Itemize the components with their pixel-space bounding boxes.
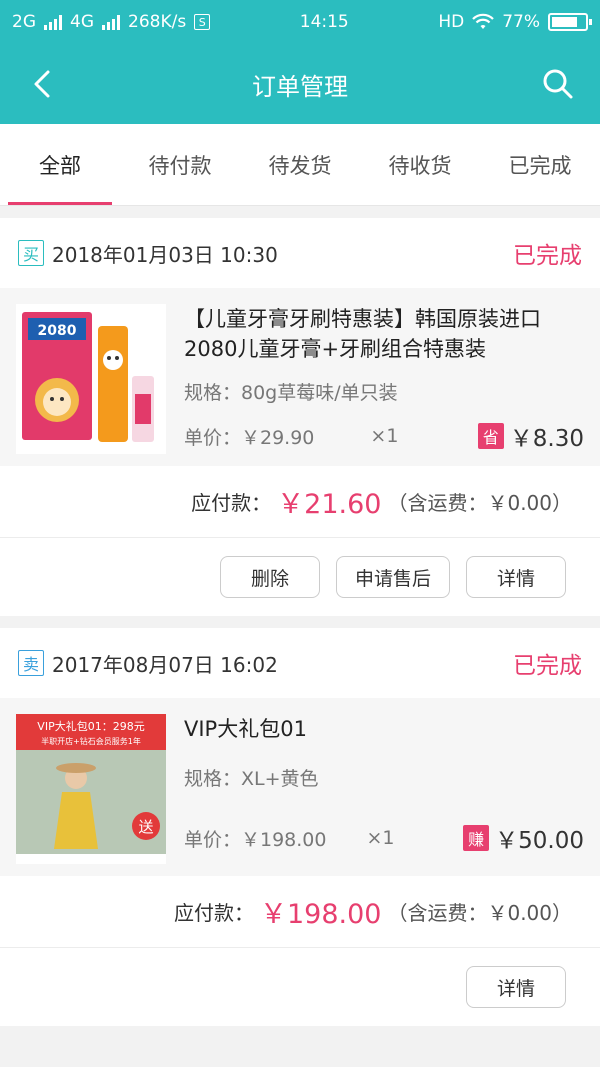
order-tabs: 全部 待付款 待发货 待收货 已完成 [0, 124, 600, 206]
product-spec: 规格：XL+黄色 [184, 768, 319, 790]
vip-package-image: VIP大礼包01：298元 半职开店+钻石会员服务1年 送 [16, 714, 166, 864]
product-thumbnail: VIP大礼包01：298元 半职开店+钻石会员服务1年 送 [16, 714, 166, 864]
status-right: HD 77% [438, 12, 592, 32]
product-name: VIP大礼包01 [184, 717, 307, 741]
app-bar: 订单管理 [0, 44, 600, 124]
order-card: 卖 2017年08月07日 16:02 已完成 VIP大礼包01：298元 半职… [0, 628, 600, 1026]
order-card: 买 2018年01月03日 10:30 已完成 2080 【儿童牙膏牙刷特惠装】… [0, 218, 600, 616]
earn-badge: 赚 [463, 825, 490, 851]
s-icon: S [194, 14, 211, 30]
pay-label: 应付款： [173, 901, 254, 925]
order-actions: 详情 [0, 948, 600, 1026]
tab-pending-payment[interactable]: 待付款 [120, 124, 240, 205]
thumb-title-text: VIP大礼包01：298元 [37, 719, 144, 733]
pay-amount: ￥21.60 [277, 489, 382, 520]
order-actions: 删除 申请售后 详情 [0, 538, 600, 616]
after-sale-button[interactable]: 申请售后 [335, 556, 450, 598]
thumb-brand-text: 2080 [38, 323, 77, 339]
quantity: ×1 [370, 425, 399, 447]
earn-amount: ￥50.00 [495, 828, 584, 854]
back-button[interactable] [24, 66, 60, 102]
toothpaste-image: 2080 [16, 304, 166, 454]
status-left: 2G 4G 268K/s S [12, 12, 211, 32]
payment-summary: 应付款： ￥198.00 （含运费：￥0.00） [0, 876, 600, 948]
shipping-fee: （含运费：￥0.00） [387, 901, 572, 925]
network-2g: 2G [12, 12, 36, 32]
search-button[interactable] [540, 66, 576, 102]
sell-tag: 卖 [18, 650, 44, 676]
search-icon [543, 69, 573, 99]
hd-label: HD [438, 12, 465, 32]
order-datetime: 2018年01月03日 10:30 [52, 242, 278, 267]
order-status: 已完成 [513, 653, 582, 679]
delete-button[interactable]: 删除 [219, 556, 320, 598]
battery-percent: 77% [502, 12, 540, 32]
chevron-left-icon [34, 70, 50, 98]
tab-pending-receipt[interactable]: 待收货 [360, 124, 480, 205]
signal-icon-2 [102, 14, 120, 30]
tab-all[interactable]: 全部 [0, 124, 120, 205]
pay-label: 应付款： [191, 491, 272, 515]
save-badge: 省 [477, 423, 504, 449]
product-row[interactable]: VIP大礼包01：298元 半职开店+钻石会员服务1年 送 VIP大礼包01 规… [0, 698, 600, 876]
thumb-gift-badge: 送 [138, 818, 153, 836]
clock: 14:15 [299, 12, 349, 32]
order-status: 已完成 [513, 243, 582, 269]
network-speed: 268K/s [128, 12, 187, 32]
product-name: 【儿童牙膏牙刷特惠装】韩国原装进口 2080儿童牙膏+牙刷组合特惠装 [184, 307, 541, 361]
unit-price: 单价：￥198.00 [184, 828, 327, 851]
status-bar: 2G 4G 268K/s S 14:15 HD 77% [0, 0, 600, 44]
signal-icon [44, 14, 62, 30]
unit-price: 单价：￥29.90 [184, 426, 315, 449]
network-4g: 4G [70, 12, 94, 32]
shipping-fee: （含运费：￥0.00） [387, 491, 572, 515]
product-row[interactable]: 2080 【儿童牙膏牙刷特惠装】韩国原装进口 2080儿童牙膏+牙刷组合特惠装 … [0, 288, 600, 466]
pay-amount: ￥198.00 [259, 899, 382, 930]
details-button[interactable]: 详情 [466, 556, 566, 598]
product-thumbnail: 2080 [16, 304, 166, 454]
payment-summary: 应付款： ￥21.60 （含运费：￥0.00） [0, 466, 600, 538]
order-header: 卖 2017年08月07日 16:02 已完成 [0, 628, 600, 698]
details-button[interactable]: 详情 [466, 966, 566, 1008]
tab-pending-shipment[interactable]: 待发货 [240, 124, 360, 205]
buy-tag: 买 [18, 240, 44, 266]
order-header: 买 2018年01月03日 10:30 已完成 [0, 218, 600, 288]
wifi-icon [472, 13, 494, 29]
order-datetime: 2017年08月07日 16:02 [52, 652, 278, 677]
quantity: ×1 [366, 827, 395, 849]
battery-icon [547, 13, 592, 31]
page-title: 订单管理 [252, 72, 348, 101]
save-amount: ￥8.30 [509, 426, 584, 452]
thumb-sub-text: 半职开店+钻石会员服务1年 [41, 736, 141, 746]
product-spec: 规格：80g草莓味/单只装 [184, 382, 398, 404]
tab-completed[interactable]: 已完成 [480, 124, 600, 205]
